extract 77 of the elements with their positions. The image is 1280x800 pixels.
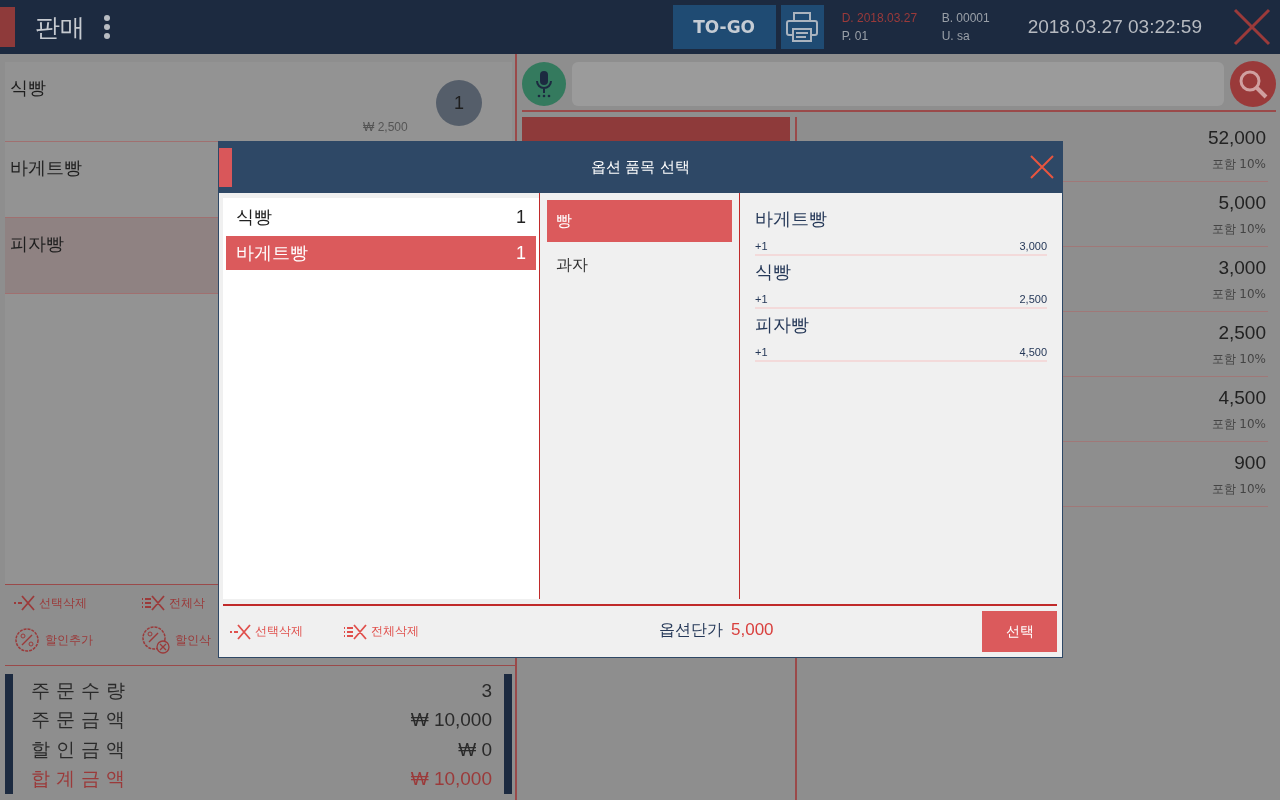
product-price: 2,500 bbox=[1218, 322, 1266, 344]
unit-price-label: 옵션단가 bbox=[659, 620, 723, 641]
product-price: 52,000 bbox=[1207, 127, 1266, 149]
item-name: 바게트빵 bbox=[10, 156, 82, 180]
clock-text: 2018.03.27 03:22:59 bbox=[1027, 16, 1202, 38]
more-menu-icon[interactable] bbox=[103, 14, 111, 40]
summary-value: ₩ 0 bbox=[458, 738, 492, 761]
summary-label: 합 계 금 액 bbox=[31, 766, 126, 792]
microphone-icon bbox=[534, 70, 554, 98]
action-button[interactable]: 선택삭제 bbox=[13, 593, 141, 614]
option-price: 4,500 bbox=[1019, 346, 1047, 358]
option-price: 3,000 bbox=[1019, 240, 1047, 252]
product-price: 3,000 bbox=[1218, 257, 1266, 279]
percent-badge-cross-icon bbox=[141, 625, 171, 656]
tax-label: 포함 10% bbox=[1211, 221, 1266, 238]
printer-icon bbox=[785, 11, 820, 43]
action-button[interactable]: 전체삭 bbox=[141, 593, 269, 614]
togo-button[interactable]: TO-GO bbox=[672, 5, 776, 49]
bill-number: B. 00001 bbox=[941, 11, 991, 25]
item-name: 식빵 bbox=[236, 205, 272, 229]
product-price: 4,500 bbox=[1218, 387, 1266, 409]
option-quantity: +1 bbox=[755, 346, 768, 358]
dialog-title: 옵션 품목 선택 bbox=[589, 158, 692, 177]
dash-cross-icon bbox=[13, 595, 35, 612]
category-button[interactable]: 빵 bbox=[547, 200, 732, 242]
summary-value: ₩ 10,000 bbox=[410, 768, 492, 791]
close-icon bbox=[1232, 7, 1272, 47]
product-price: 5,000 bbox=[1218, 192, 1266, 214]
category-button[interactable]: 과자 bbox=[547, 244, 732, 286]
search-icon bbox=[1238, 69, 1268, 99]
item-name: 식빵 bbox=[10, 76, 46, 100]
close-icon bbox=[1029, 154, 1055, 180]
summary-label: 주 문 수 량 bbox=[31, 677, 126, 703]
tax-label: 포함 10% bbox=[1211, 156, 1266, 173]
date-label: D. 2018.03.27 bbox=[841, 11, 919, 25]
item-name: 피자빵 bbox=[10, 232, 64, 256]
tax-label: 포함 10% bbox=[1211, 481, 1266, 498]
option-row[interactable]: 피자빵 +1 4,500 bbox=[755, 309, 1047, 362]
item-price: ₩ 2,500 bbox=[363, 120, 408, 134]
option-quantity: +1 bbox=[755, 293, 768, 305]
option-name: 식빵 bbox=[755, 260, 792, 284]
percent-badge-icon bbox=[13, 626, 41, 655]
item-quantity: 1 bbox=[516, 242, 526, 264]
tax-label: 포함 10% bbox=[1211, 286, 1266, 303]
option-row[interactable]: 식빵 +1 2,500 bbox=[755, 256, 1047, 309]
option-price: 2,500 bbox=[1019, 293, 1047, 305]
option-quantity: +1 bbox=[755, 240, 768, 252]
user-label: U. sa bbox=[941, 29, 971, 43]
tax-label: 포함 10% bbox=[1211, 416, 1266, 433]
microphone-button[interactable] bbox=[522, 62, 566, 106]
action-button[interactable]: 할인추가 bbox=[13, 623, 141, 657]
quantity-badge: 1 bbox=[436, 80, 482, 126]
dash-cross-icon bbox=[229, 623, 251, 640]
action-button[interactable]: 선택삭제 bbox=[229, 623, 343, 640]
print-button[interactable] bbox=[780, 5, 824, 49]
screen-title: 판매 bbox=[35, 11, 85, 44]
item-name: 바게트빵 bbox=[236, 241, 308, 265]
close-button[interactable] bbox=[1232, 7, 1272, 47]
unit-price: 5,000 bbox=[731, 620, 774, 640]
summary-label: 할 인 금 액 bbox=[31, 736, 126, 762]
select-button[interactable]: 선택 bbox=[982, 611, 1057, 652]
summary-value: ₩ 10,000 bbox=[410, 709, 492, 732]
selected-item-row[interactable]: 바게트빵 1 bbox=[226, 236, 536, 270]
pos-number: P. 01 bbox=[841, 29, 870, 43]
item-quantity: 1 bbox=[516, 206, 526, 228]
search-button[interactable] bbox=[1230, 61, 1276, 107]
option-name: 피자빵 bbox=[755, 313, 810, 337]
list-cross-icon bbox=[141, 595, 165, 612]
tax-label: 포함 10% bbox=[1211, 351, 1266, 368]
option-row[interactable]: 바게트빵 +1 3,000 bbox=[755, 203, 1047, 256]
product-price: 900 bbox=[1234, 452, 1266, 474]
list-cross-icon bbox=[343, 623, 367, 640]
close-button[interactable] bbox=[1029, 154, 1055, 180]
action-button[interactable]: 전체삭제 bbox=[343, 623, 457, 640]
summary-label: 주 문 금 액 bbox=[31, 707, 126, 733]
option-name: 바게트빵 bbox=[755, 207, 828, 231]
summary-value: 3 bbox=[481, 679, 492, 702]
